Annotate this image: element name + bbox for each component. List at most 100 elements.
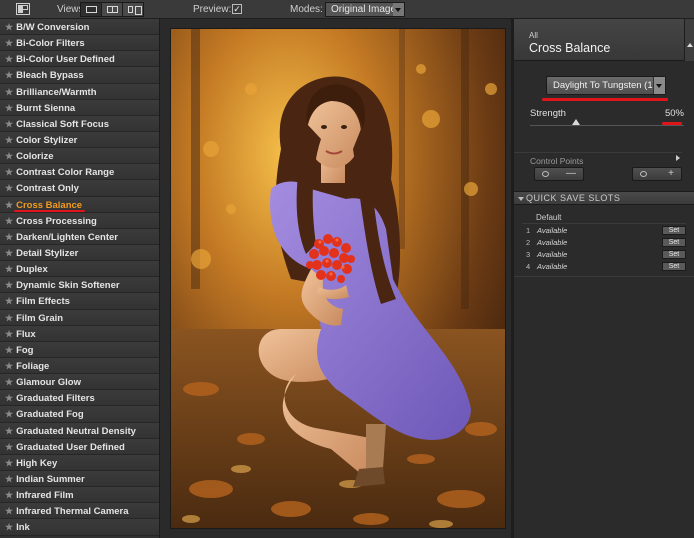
preset-select[interactable]: Daylight To Tungsten (1) xyxy=(546,76,666,95)
side-by-side-view-button[interactable] xyxy=(123,3,143,16)
filter-item[interactable]: ★ Contrast Only xyxy=(0,180,159,197)
favorite-star-icon[interactable]: ★ xyxy=(5,54,13,64)
add-positive-control-point-button[interactable]: + xyxy=(632,167,682,181)
add-negative-control-point-button[interactable]: — xyxy=(534,167,584,181)
filter-item[interactable]: ★ Graduated Neutral Density xyxy=(0,422,159,439)
filter-item[interactable]: ★ Bi-Color User Defined xyxy=(0,51,159,68)
preview-label: Preview: xyxy=(193,4,232,15)
favorite-star-icon[interactable]: ★ xyxy=(5,458,13,468)
favorite-star-icon[interactable]: ★ xyxy=(5,522,13,532)
favorite-star-icon[interactable]: ★ xyxy=(5,280,13,290)
split-view-button[interactable] xyxy=(102,3,123,16)
filter-item-label: Cross Processing xyxy=(16,215,97,227)
slot-set-button[interactable]: Set xyxy=(662,238,686,247)
favorite-star-icon[interactable]: ★ xyxy=(5,248,13,258)
expand-arrow-icon[interactable] xyxy=(676,155,680,161)
preview-checkbox[interactable]: ✓ xyxy=(232,4,242,14)
favorite-star-icon[interactable]: ★ xyxy=(5,87,13,97)
filter-item[interactable]: ★ Glamour Glow xyxy=(0,374,159,391)
slot-name[interactable]: Available xyxy=(537,238,567,247)
favorite-star-icon[interactable]: ★ xyxy=(5,70,13,80)
filter-item[interactable]: ★ Contrast Color Range xyxy=(0,164,159,181)
favorite-star-icon[interactable]: ★ xyxy=(5,151,13,161)
filter-item-label: Graduated Filters xyxy=(16,393,95,405)
favorite-star-icon[interactable]: ★ xyxy=(5,329,13,339)
panels-layout-icon[interactable] xyxy=(16,3,30,15)
filter-item[interactable]: ★ Brilliance/Warmth xyxy=(0,83,159,100)
strength-slider-track[interactable] xyxy=(530,125,684,126)
filter-item[interactable]: ★ Color Stylizer xyxy=(0,131,159,149)
filter-item-label: Bi-Color Filters xyxy=(16,38,85,50)
quick-save-slots-header[interactable]: QUICK SAVE SLOTS xyxy=(514,191,694,205)
mode-select[interactable]: Original Image xyxy=(325,2,405,17)
filter-item[interactable]: ★ Cross Processing xyxy=(0,212,159,229)
filter-item[interactable]: ★ Graduated Fog xyxy=(0,406,159,423)
favorite-star-icon[interactable]: ★ xyxy=(5,361,13,371)
filter-item[interactable]: ★ Colorize xyxy=(0,148,159,165)
filter-item[interactable]: ★ Darken/Lighten Center xyxy=(0,228,159,245)
filter-item[interactable]: ★ Infrared Thermal Camera xyxy=(0,503,159,520)
panel-scrollbar[interactable] xyxy=(684,19,694,61)
filter-item[interactable]: ★ Foliage xyxy=(0,357,159,375)
slot-set-button[interactable]: Set xyxy=(662,226,686,235)
filter-item[interactable]: ★ Graduated Filters xyxy=(0,390,159,407)
quick-save-slot: 4 Available Set xyxy=(522,262,686,272)
favorite-star-icon[interactable]: ★ xyxy=(5,167,13,177)
favorite-star-icon[interactable]: ★ xyxy=(5,409,13,419)
favorite-star-icon[interactable]: ★ xyxy=(5,506,13,516)
filter-category-crumb[interactable]: All xyxy=(529,31,538,40)
favorite-star-icon[interactable]: ★ xyxy=(5,377,13,387)
plus-symbol: + xyxy=(668,168,674,179)
filter-item[interactable]: ★ Detail Stylizer xyxy=(0,244,159,262)
favorite-star-icon[interactable]: ★ xyxy=(5,393,13,403)
filter-item[interactable]: ★ Film Grain xyxy=(0,309,159,326)
preview-photo[interactable] xyxy=(170,28,506,529)
filter-item[interactable]: ★ Bleach Bypass xyxy=(0,67,159,84)
favorite-star-icon[interactable]: ★ xyxy=(5,426,13,436)
filter-item[interactable]: ★ Infrared Film xyxy=(0,487,159,504)
favorite-star-icon[interactable]: ★ xyxy=(5,216,13,226)
filter-item[interactable]: ★ Fog xyxy=(0,341,159,358)
mode-select-value: Original Image xyxy=(331,4,397,15)
favorite-star-icon[interactable]: ★ xyxy=(5,474,13,484)
favorite-star-icon[interactable]: ★ xyxy=(5,22,13,32)
favorite-star-icon[interactable]: ★ xyxy=(5,103,13,113)
favorite-star-icon[interactable]: ★ xyxy=(5,313,13,323)
favorite-star-icon[interactable]: ★ xyxy=(5,200,13,210)
favorite-star-icon[interactable]: ★ xyxy=(5,119,13,129)
slot-name[interactable]: Available xyxy=(537,226,567,235)
filter-item[interactable]: ★ Classical Soft Focus xyxy=(0,115,159,132)
slot-name[interactable]: Available xyxy=(537,250,567,259)
filter-item-label: Infrared Film xyxy=(16,490,74,502)
filter-item[interactable]: ★ Duplex xyxy=(0,261,159,278)
filter-item[interactable]: ★ High Key xyxy=(0,454,159,471)
favorite-star-icon[interactable]: ★ xyxy=(5,135,13,145)
favorite-star-icon[interactable]: ★ xyxy=(5,183,13,193)
slot-set-button[interactable]: Set xyxy=(662,250,686,259)
filter-item[interactable]: ★ B/W Conversion xyxy=(0,19,159,36)
filter-item[interactable]: ★ Bi-Color Filters xyxy=(0,35,159,52)
quick-save-slot: 2 Available Set xyxy=(522,238,686,248)
favorite-star-icon[interactable]: ★ xyxy=(5,442,13,452)
filter-item[interactable]: ★ Graduated User Defined xyxy=(0,438,159,455)
filter-item[interactable]: ★ Burnt Sienna xyxy=(0,99,159,116)
slot-set-button[interactable]: Set xyxy=(662,262,686,271)
single-view-button[interactable] xyxy=(81,3,102,16)
filter-item-label: Darken/Lighten Center xyxy=(16,231,118,243)
filter-item[interactable]: ★ Indian Summer xyxy=(0,470,159,488)
slots-default-label: Default xyxy=(536,213,562,222)
filter-item[interactable]: ★ Dynamic Skin Softener xyxy=(0,277,159,294)
single-view-icon xyxy=(86,6,97,13)
favorite-star-icon[interactable]: ★ xyxy=(5,232,13,242)
favorite-star-icon[interactable]: ★ xyxy=(5,296,13,306)
slot-name[interactable]: Available xyxy=(537,262,567,271)
filter-item[interactable]: ★ Film Effects xyxy=(0,293,159,310)
strength-slider-thumb[interactable] xyxy=(572,119,581,125)
filter-item[interactable]: ★ Cross Balance xyxy=(0,196,159,213)
favorite-star-icon[interactable]: ★ xyxy=(5,38,13,48)
filter-item[interactable]: ★ Flux xyxy=(0,325,159,342)
filter-item[interactable]: ★ Ink xyxy=(0,519,159,536)
favorite-star-icon[interactable]: ★ xyxy=(5,264,13,274)
favorite-star-icon[interactable]: ★ xyxy=(5,490,13,500)
favorite-star-icon[interactable]: ★ xyxy=(5,345,13,355)
